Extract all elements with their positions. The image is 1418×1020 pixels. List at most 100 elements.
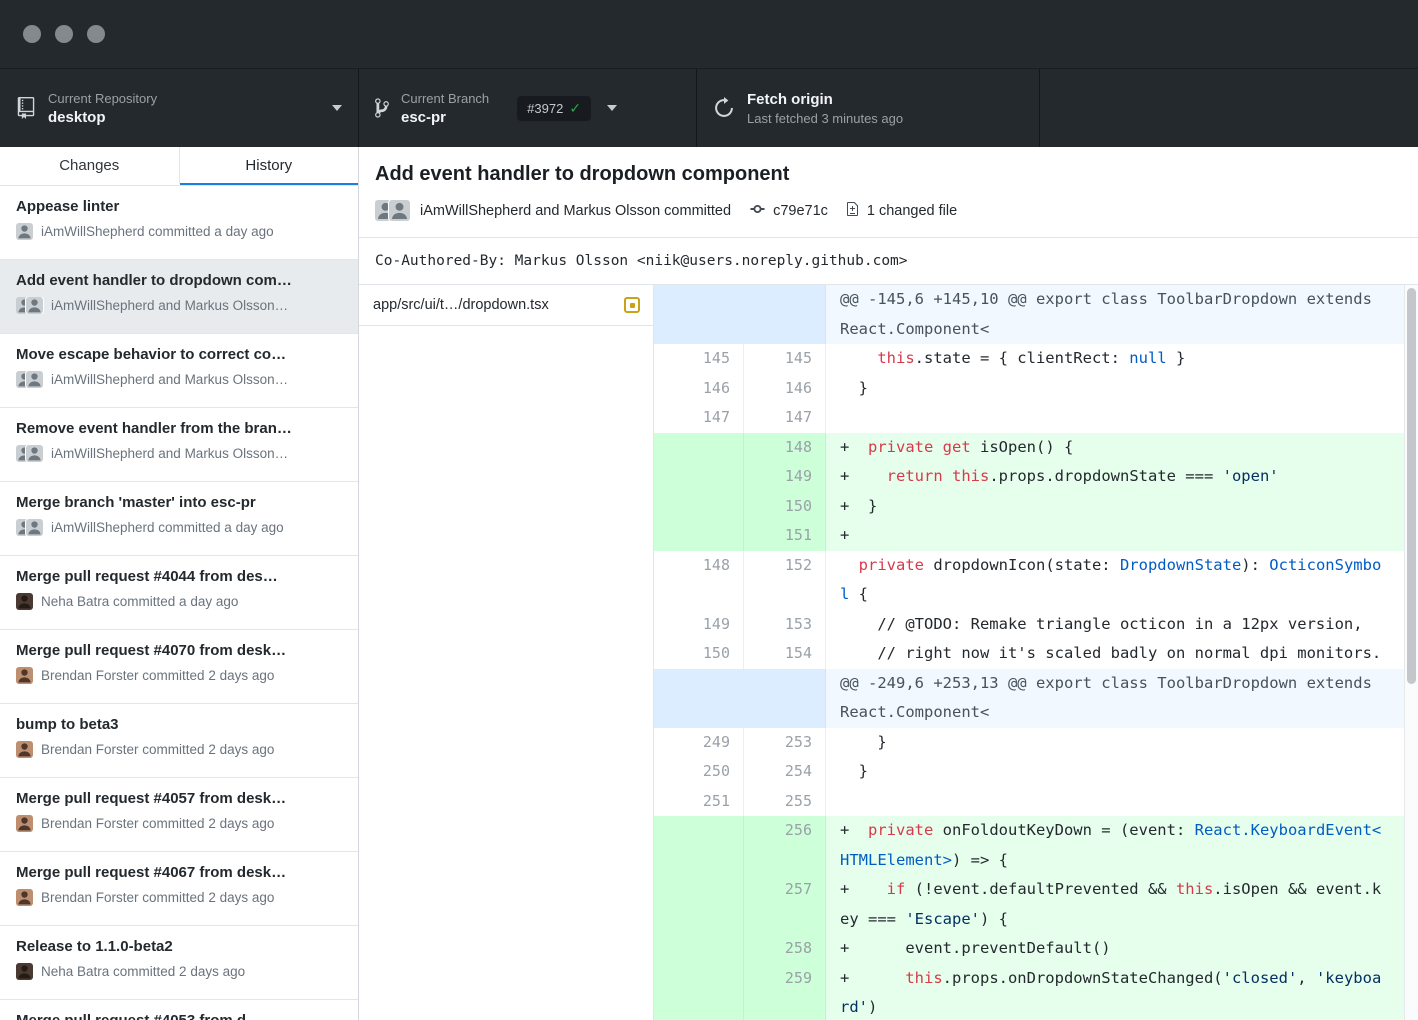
fetch-origin-button[interactable]: Fetch origin Last fetched 3 minutes ago [697, 69, 1040, 147]
hunk-header-text: @@ -145,6 +145,10 @@ export class Toolba… [826, 285, 1404, 344]
code-line [826, 787, 1404, 817]
changed-files-count: 1 changed file [867, 203, 957, 219]
code-line: // right now it's scaled badly on normal… [826, 639, 1404, 669]
commit-header: Add event handler to dropdown component … [359, 147, 1418, 237]
commit-list-item[interactable]: Appease linteriAmWillShepherd committed … [0, 186, 358, 260]
commit-item-meta: Brendan Forster committed 2 days ago [16, 741, 342, 758]
diff-row: 149153 // @TODO: Remake triangle octicon… [654, 610, 1404, 640]
diff-row: 257+ if (!event.defaultPrevented && this… [654, 875, 1404, 934]
sync-icon [713, 97, 735, 119]
git-commit-icon [749, 201, 766, 221]
window-close-button[interactable] [23, 25, 41, 43]
commit-list-item[interactable]: Merge pull request #4057 from desk…Brend… [0, 778, 358, 852]
commit-list-item[interactable]: bump to beta3Brendan Forster committed 2… [0, 704, 358, 778]
new-line-number: 154 [744, 639, 826, 669]
pr-number-badge: #3972 ✓ [517, 96, 591, 121]
old-line-number: 249 [654, 728, 744, 758]
diff-row: @@ -145,6 +145,10 @@ export class Toolba… [654, 285, 1404, 344]
git-branch-icon [375, 97, 389, 119]
commit-avatars [16, 815, 33, 832]
chevron-down-icon [607, 105, 617, 111]
old-line-number: 148 [654, 551, 744, 610]
tab-changes[interactable]: Changes [0, 147, 180, 185]
commit-meta-text: iAmWillShepherd and Markus Olsson… [51, 298, 288, 313]
old-line-number: 250 [654, 757, 744, 787]
diff-file-icon [846, 201, 860, 221]
repository-picker-button[interactable]: Current Repository desktop [0, 69, 359, 147]
new-line-number: 259 [744, 964, 826, 1020]
changed-files-group: 1 changed file [846, 201, 957, 221]
commit-meta-text: Neha Batra committed 2 days ago [41, 964, 245, 979]
code-line: + return this.props.dropdownState === 'o… [826, 462, 1404, 492]
sidebar: ChangesHistory Appease linteriAmWillShep… [0, 147, 359, 1020]
code-line: } [826, 374, 1404, 404]
commit-byline: iAmWillShepherd and Markus Olsson commit… [375, 200, 1402, 221]
commit-list-item[interactable]: Merge pull request #4044 from des…Neha B… [0, 556, 358, 630]
pr-number: #3972 [527, 101, 563, 116]
person-icon [16, 815, 33, 832]
window-minimize-button[interactable] [55, 25, 73, 43]
commit-list-item[interactable]: Merge pull request #4053 from d… [0, 1000, 358, 1020]
old-line-number: 251 [654, 787, 744, 817]
commit-meta-text: iAmWillShepherd and Markus Olsson… [51, 446, 288, 461]
commit-item-title: Add event handler to dropdown com… [16, 272, 342, 289]
commit-sha: c79e71c [773, 203, 828, 219]
scrollbar-thumb[interactable] [1407, 288, 1416, 684]
window-zoom-button[interactable] [87, 25, 105, 43]
repo-label: Current Repository [48, 91, 157, 106]
hunk-gutter [654, 285, 826, 344]
new-line-number: 153 [744, 610, 826, 640]
code-line: } [826, 757, 1404, 787]
commit-list-item[interactable]: Merge branch 'master' into esc-priAmWill… [0, 482, 358, 556]
commit-list-item[interactable]: Move escape behavior to correct co…iAmWi… [0, 334, 358, 408]
commit-list-item[interactable]: Release to 1.1.0-beta2Neha Batra committ… [0, 926, 358, 1000]
file-path: app/src/ui/t…/dropdown.tsx [373, 297, 624, 313]
commit-list-item[interactable]: Merge pull request #4067 from desk…Brend… [0, 852, 358, 926]
code-line: + private get isOpen() { [826, 433, 1404, 463]
diff-scrollbar[interactable] [1404, 285, 1418, 1020]
toolbar: Current Repository desktop Current Branc… [0, 68, 1418, 147]
diff-rows: @@ -145,6 +145,10 @@ export class Toolba… [654, 285, 1404, 1020]
diff-row: 250254 } [654, 757, 1404, 787]
code-line: + } [826, 492, 1404, 522]
person-icon [16, 593, 33, 610]
code-line [826, 403, 1404, 433]
new-line-number: 257 [744, 875, 826, 934]
branch-label: Current Branch [401, 91, 489, 106]
person-icon [26, 445, 43, 462]
fetch-origin-text: Fetch origin Last fetched 3 minutes ago [747, 91, 903, 126]
commit-item-title: Merge branch 'master' into esc-pr [16, 494, 342, 511]
commit-list-item[interactable]: Remove event handler from the bran…iAmWi… [0, 408, 358, 482]
old-line-number: 149 [654, 610, 744, 640]
fetch-label: Fetch origin [747, 91, 903, 108]
person-icon [16, 223, 33, 240]
committer-avatars [375, 200, 410, 221]
commit-item-meta: Brendan Forster committed 2 days ago [16, 889, 342, 906]
changed-file-list: app/src/ui/t…/dropdown.tsx [359, 285, 654, 1020]
person-icon [16, 667, 33, 684]
new-line-number: 147 [744, 403, 826, 433]
branch-picker-button[interactable]: Current Branch esc-pr #3972 ✓ [359, 69, 697, 147]
diff-row: 148+ private get isOpen() { [654, 433, 1404, 463]
code-line: } [826, 728, 1404, 758]
commit-meta-text: Brendan Forster committed 2 days ago [41, 742, 274, 757]
commit-avatars [16, 889, 33, 906]
fetch-status: Last fetched 3 minutes ago [747, 111, 903, 126]
commit-details-panel: Add event handler to dropdown component … [359, 147, 1418, 1020]
file-list-item[interactable]: app/src/ui/t…/dropdown.tsx [359, 285, 653, 326]
person-icon [16, 963, 33, 980]
old-line-number: 150 [654, 639, 744, 669]
commit-list-item[interactable]: Add event handler to dropdown com… iAmWil… [0, 260, 358, 334]
repository-picker-text: Current Repository desktop [48, 91, 157, 126]
diff-row: 251255 [654, 787, 1404, 817]
new-line-number: 258 [744, 934, 826, 964]
commit-summary-title: Add event handler to dropdown component [375, 162, 1402, 186]
content-area: ChangesHistory Appease linteriAmWillShep… [0, 147, 1418, 1020]
old-line-number [654, 521, 744, 551]
tab-history[interactable]: History [180, 147, 359, 185]
new-line-number: 256 [744, 816, 826, 875]
commit-item-meta: iAmWillShepherd and Markus Olsson… [16, 445, 342, 462]
diff-row: 150+ } [654, 492, 1404, 522]
commit-list-item[interactable]: Merge pull request #4070 from desk…Brend… [0, 630, 358, 704]
commit-avatars [16, 741, 33, 758]
